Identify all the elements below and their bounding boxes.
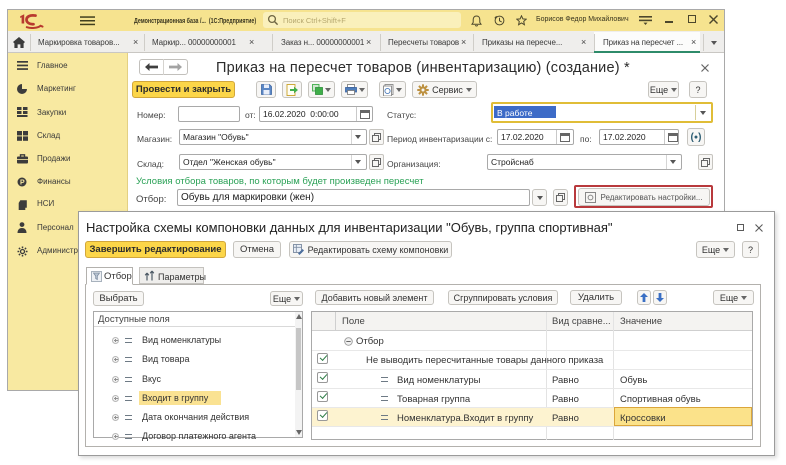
svg-text:Р: Р	[20, 180, 25, 187]
